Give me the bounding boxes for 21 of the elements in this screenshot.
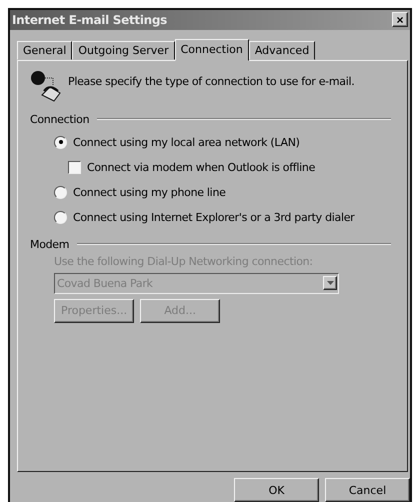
tab[interactable]: Advanced — [248, 40, 316, 60]
tab[interactable]: Outgoing Server — [72, 40, 175, 60]
option-label: Connect using my phone line — [73, 186, 226, 199]
dropdown-label: Use the following Dial-Up Networking connection: — [54, 254, 314, 268]
group-heading: Modem — [30, 238, 70, 251]
group-heading: Connection — [30, 112, 90, 126]
window-title: Internet E-mail Settings — [12, 12, 168, 27]
dialog-button[interactable]: Cancel — [325, 478, 410, 502]
dialog-button[interactable]: OK — [234, 478, 319, 502]
tab[interactable]: Connection — [174, 38, 249, 61]
radio-button[interactable] — [54, 210, 67, 224]
radio-button[interactable] — [54, 136, 67, 149]
instruction-text: Please specify the type of connection to use for e-mail. — [68, 74, 354, 88]
checkbox[interactable] — [68, 160, 81, 174]
option-label: Connect via modem when Outlook is offline — [87, 160, 316, 174]
close-button[interactable]: × — [392, 12, 408, 28]
caret-icon — [326, 281, 334, 286]
radio-button[interactable] — [54, 186, 67, 199]
option-label: Connect using Internet Explorer's or a 3rd party dialer — [73, 210, 354, 224]
option-label: Connect using my local area network (LAN) — [73, 136, 300, 149]
tab[interactable]: General — [17, 40, 72, 60]
